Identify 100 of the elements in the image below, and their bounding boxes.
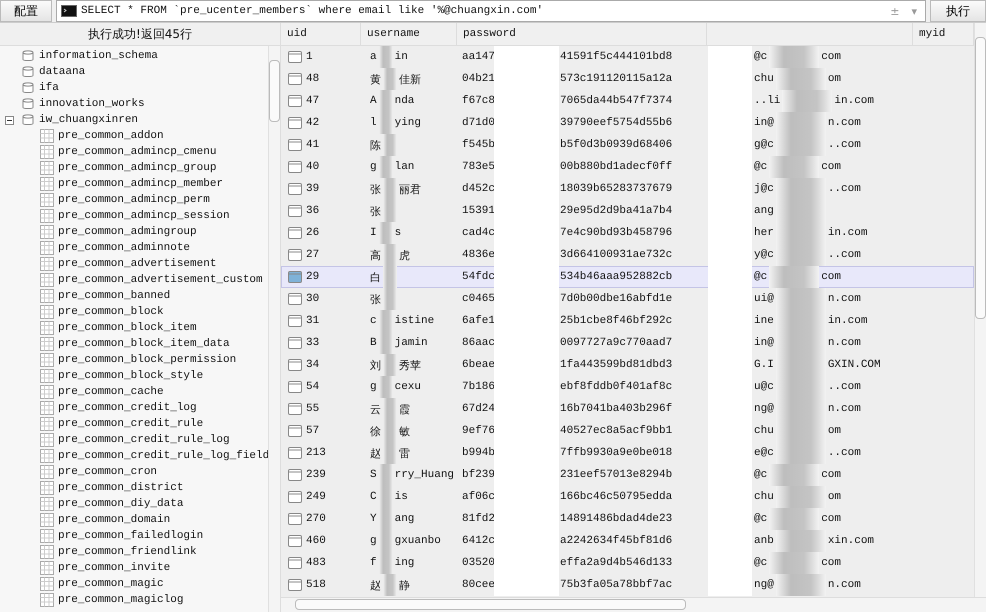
blur-mask (378, 90, 393, 112)
tree-item[interactable]: pre_common_admingroup (0, 224, 268, 240)
table-row[interactable]: 41 陈 f545b b5f0d3b0939d68406 g@c ..com (281, 134, 974, 156)
table-cell: y@c (754, 249, 774, 261)
tree-item[interactable]: pre_common_admincp_group (0, 160, 268, 176)
blur-mask (776, 442, 826, 464)
table-cell: 33 (306, 337, 320, 349)
table-cell: 18039b65283737679 (560, 183, 672, 195)
tree-item[interactable]: pre_common_cache (0, 384, 268, 400)
table-cell: 39790eef5754d55b6 (560, 117, 672, 129)
table-row[interactable]: 27 高 虎 4836e 3d664100931ae732c y@c ..com (281, 244, 974, 266)
table-icon (40, 209, 54, 223)
execute-button[interactable]: 执行 (930, 0, 986, 22)
collapse-icon[interactable] (5, 116, 14, 124)
table-row[interactable]: 42 l ying d71d0 39790eef5754d55b6 in@ n.com (281, 112, 974, 134)
table-cell: C (370, 491, 377, 503)
tree-item[interactable]: pre_common_block_style (0, 368, 268, 384)
selected-row[interactable]: 29 白 54fdc 534b46aaa952882cb @c com (281, 266, 974, 288)
tree-item[interactable]: pre_common_banned (0, 288, 268, 304)
blur-mask (776, 574, 826, 596)
table-row[interactable]: 483 f ing 03520 effa2a9d4b546d133 @c com (281, 552, 974, 574)
table-row[interactable]: 57 徐 敏 9ef76 40527ec8a5acf9bb1 chu om (281, 420, 974, 442)
table-row[interactable]: 33 B jamin 86aac 0097727a9c770aad7 in@ n.com (281, 332, 974, 354)
table-row[interactable]: 30 张 c0465 7d0b00dbe16abfd1e ui@ n.com (281, 288, 974, 310)
table-icon (40, 529, 54, 543)
row-icon (288, 183, 302, 195)
table-row[interactable]: 460 g gxuanbo 6412c a2242634f45bf81d6 anb xin.com (281, 530, 974, 552)
table-cell: n.com (828, 117, 861, 129)
tree-item[interactable]: pre_common_friendlink (0, 544, 268, 560)
table-cell-text: 赵 (370, 447, 381, 460)
tree-item[interactable]: innovation_works (0, 96, 268, 112)
tree-item[interactable]: pre_common_admincp_cmenu (0, 144, 268, 160)
tree-item[interactable]: information_schema (0, 48, 268, 64)
tree-item[interactable]: pre_common_cron (0, 464, 268, 480)
table-row[interactable]: 1 a in aa147 41591f5c444101bd8 @c com (281, 46, 974, 68)
table-row[interactable]: 249 C is af06c 166bc46c50795edda chu om (281, 486, 974, 508)
tree-item[interactable]: pre_common_magiclog (0, 592, 268, 608)
table-cell: effa2a9d4b546d133 (560, 557, 672, 569)
tree-item[interactable]: pre_common_block_permission (0, 352, 268, 368)
tree-item[interactable]: pre_common_block_item (0, 320, 268, 336)
table-cell: ebf8fddb0f401af8c (560, 381, 672, 393)
tree-item[interactable]: iw_chuangxinren (0, 112, 268, 128)
tree-item[interactable]: pre_common_district (0, 480, 268, 496)
table-cell: 36 (306, 205, 320, 217)
column-header[interactable]: username (361, 23, 457, 45)
tree-item[interactable]: pre_common_credit_rule_log_field (0, 448, 268, 464)
tree-item[interactable]: pre_common_credit_rule (0, 416, 268, 432)
tree-item[interactable]: pre_common_adminnote (0, 240, 268, 256)
table-icon (40, 417, 54, 431)
table-cell: com (821, 469, 842, 481)
tree-item[interactable]: pre_common_invite (0, 560, 268, 576)
scrollbar[interactable] (974, 23, 986, 597)
tree-item[interactable]: pre_common_credit_rule_log (0, 432, 268, 448)
tree-item[interactable]: dataana (0, 64, 268, 80)
config-button[interactable]: 配置 (0, 0, 52, 22)
table-cell: 6412c (462, 535, 494, 547)
blur-mask (776, 112, 826, 134)
tree-item[interactable]: pre_common_block (0, 304, 268, 320)
tree-item[interactable]: pre_common_domain (0, 512, 268, 528)
table-icon (40, 545, 54, 559)
table-cell: GXIN.COM (828, 359, 881, 371)
tree-item[interactable]: pre_common_addon (0, 128, 268, 144)
blur-mask (769, 552, 820, 574)
table-row[interactable]: 518 赵 静 80cee 75b3fa05a78bbf7ac ng@ n.com (281, 574, 974, 596)
table-cell: @c (754, 271, 768, 283)
table-row[interactable]: 26 I s cad4c 7e4c90bd93b458796 her in.com (281, 222, 974, 244)
tree-item[interactable]: pre_common_advertisement_custom (0, 272, 268, 288)
table-row[interactable]: 47 A nda f67c8 7065da44b547f7374 ..li in.com (281, 90, 974, 112)
scrollbar[interactable] (268, 46, 280, 612)
tree-item[interactable]: pre_common_admincp_perm (0, 192, 268, 208)
table-row[interactable]: 34 刘 秀苹 6beae 1fa443599bd81dbd3 G.I GXIN.COM (281, 354, 974, 376)
table-row[interactable]: 270 Y ang 81fd2 14891486bdad4de23 @c com (281, 508, 974, 530)
table-row[interactable]: 213 赵 雷 b994b 7ffb9930a9e0be018 e@c ..com (281, 442, 974, 464)
blur-mask (378, 332, 393, 354)
tree-item[interactable]: pre_common_advertisement (0, 256, 268, 272)
table-row[interactable]: 54 g cexu 7b186 ebf8fddb0f401af8c u@c ..com (281, 376, 974, 398)
table-cell: G.I (754, 359, 774, 371)
table-icon (40, 225, 54, 239)
table-row[interactable]: 40 g lan 783e5 00b880bd1adecf0ff @c com (281, 156, 974, 178)
table-cell: com (821, 271, 842, 283)
tree-item[interactable]: pre_common_admincp_session (0, 208, 268, 224)
table-cell: n.com (828, 403, 861, 415)
table-row[interactable]: 239 S rry_Huang bf239 231eef57013e8294b @c com (281, 464, 974, 486)
tree-item[interactable]: pre_common_magic (0, 576, 268, 592)
tree-item[interactable]: pre_common_diy_data (0, 496, 268, 512)
tree-item[interactable]: pre_common_admincp_member (0, 176, 268, 192)
table-icon (40, 337, 54, 351)
tree-item[interactable]: ifa (0, 80, 268, 96)
column-header[interactable]: uid (281, 23, 361, 45)
database-icon (21, 113, 35, 127)
tree-item[interactable]: pre_common_block_item_data (0, 336, 268, 352)
blur-mask (769, 46, 820, 68)
table-row[interactable]: 39 张 丽君 d452c 18039b65283737679 j@c ..com (281, 178, 974, 200)
scrollbar[interactable] (281, 597, 986, 612)
table-cell: 573c191120115a12a (560, 73, 672, 85)
tree-item[interactable]: pre_common_failedlogin (0, 528, 268, 544)
column-header[interactable]: password (457, 23, 707, 45)
tree-item[interactable]: pre_common_credit_log (0, 400, 268, 416)
table-cell: g (370, 161, 377, 173)
table-cell: in.com (828, 315, 868, 327)
